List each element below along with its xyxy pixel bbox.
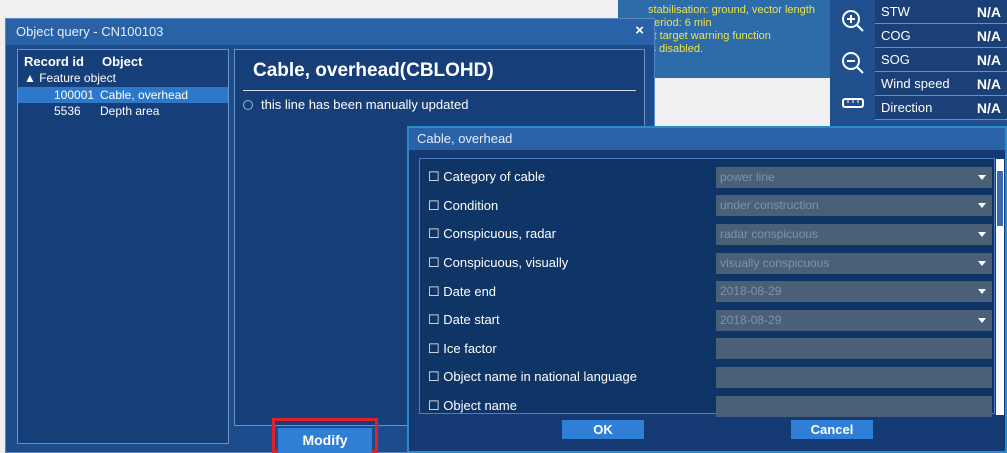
modify-button[interactable]: Modify (278, 428, 372, 453)
tree-header: Record id Object (18, 50, 228, 69)
attribute-dropdown[interactable]: 2018-08-29 (716, 281, 992, 303)
attribute-checkbox-label[interactable]: ☐ Date end (420, 284, 716, 300)
notice-line: stabilisation: ground, vector length (648, 4, 815, 16)
attribute-row: ☐ Conspicuous, radar radar conspicuous (420, 220, 994, 249)
scale-button[interactable] (830, 84, 875, 122)
tree-row[interactable]: 100001 Cable, overhead (18, 87, 228, 103)
nav-row-direction: Direction N/A (875, 96, 1007, 120)
nav-label: SOG (881, 52, 910, 67)
radio-icon[interactable] (243, 99, 253, 110)
nav-value: N/A (976, 75, 1001, 92)
nav-value: N/A (976, 99, 1001, 116)
attribute-checkbox-label[interactable]: ☐ Object name in national language (420, 369, 716, 385)
notice-line: is disabled. (648, 43, 704, 55)
manual-update-option[interactable]: this line has been manually updated (235, 91, 644, 112)
attribute-checkbox-label[interactable]: ☐ Date start (420, 312, 716, 328)
detail-title: Cable, overhead(CBLOHD) (243, 50, 636, 91)
nav-row-wind-speed: Wind speed N/A (875, 72, 1007, 96)
nav-label: COG (881, 28, 911, 43)
nav-data-table: STW N/A COG N/A SOG N/A Wind speed N/A Direc… (875, 0, 1007, 120)
ruler-icon (841, 98, 864, 108)
nav-value: N/A (976, 51, 1001, 68)
detail-note-text: this line has been manually updated (261, 97, 469, 112)
attribute-row: ☐ Conspicuous, visually visually conspicu… (420, 249, 994, 278)
zoom-out-icon (841, 52, 864, 74)
attribute-dropdown[interactable]: 2018-08-29 (716, 309, 992, 331)
cable-dialog-title[interactable]: Cable, overhead (409, 128, 1005, 150)
dialog-footer: OK Cancel (409, 420, 1005, 450)
tree-row[interactable]: 5536 Depth area (18, 103, 228, 119)
nav-row-cog: COG N/A (875, 24, 1007, 48)
nav-row-stw: STW N/A (875, 0, 1007, 24)
zoom-out-button[interactable] (830, 44, 875, 82)
attribute-list: ☐ Category of cable power line ☐ Conditio… (419, 158, 1004, 417)
attribute-checkbox-label[interactable]: ☐ Conspicuous, visually (420, 255, 716, 271)
attribute-dropdown[interactable]: under construction (716, 195, 992, 217)
column-record-id[interactable]: Record id (24, 54, 102, 69)
row-object: Cable, overhead (100, 88, 189, 102)
attribute-row: ☐ Date end 2018-08-29 (420, 277, 994, 306)
attribute-row: ☐ Date start 2018-08-29 (420, 306, 994, 335)
zoom-in-icon (841, 10, 864, 32)
nav-label: STW (881, 4, 910, 19)
nav-value: N/A (976, 3, 1001, 20)
column-object[interactable]: Object (102, 54, 142, 69)
attribute-checkbox-label[interactable]: ☐ Conspicuous, radar (420, 226, 716, 242)
row-object: Depth area (100, 104, 160, 118)
notice-line: period: 6 min (648, 17, 712, 29)
attribute-row: ☐ Category of cable power line (420, 163, 994, 192)
close-icon[interactable]: × (635, 22, 644, 40)
attribute-checkbox-label[interactable]: ☐ Ice factor (420, 341, 716, 357)
nav-row-sog: SOG N/A (875, 48, 1007, 72)
tree-group-feature-object[interactable]: ▲ Feature object (18, 69, 228, 87)
row-id: 5536 (54, 104, 81, 118)
notice-line: st target warning function (648, 30, 771, 42)
attribute-row: ☐ Ice factor (420, 335, 994, 364)
attribute-input[interactable] (716, 338, 992, 360)
object-query-titlebar[interactable]: Object query - CN100103 × (6, 19, 654, 45)
nav-value: N/A (976, 27, 1001, 44)
row-id: 100001 (54, 88, 95, 102)
attribute-checkbox-label[interactable]: ☐ Category of cable (420, 169, 716, 185)
attribute-input[interactable] (716, 395, 992, 417)
scroll-thumb[interactable] (997, 171, 1003, 226)
attribute-dropdown[interactable]: power line (716, 166, 992, 188)
nav-label: Wind speed (881, 76, 950, 91)
attribute-row: ☐ Condition under construction (420, 192, 994, 221)
zoom-in-button[interactable] (830, 2, 875, 40)
attribute-row: ☐ Object name in national language (420, 363, 994, 392)
cancel-button[interactable]: Cancel (791, 420, 873, 439)
attribute-input[interactable] (716, 366, 992, 388)
attribute-scrollbar[interactable] (996, 159, 1004, 415)
object-query-title: Object query - CN100103 (16, 24, 164, 39)
ok-button[interactable]: OK (562, 420, 644, 439)
nav-label: Direction (881, 100, 933, 115)
attribute-dropdown[interactable]: visually conspicuous (716, 252, 992, 274)
record-tree: Record id Object ▲ Feature object 100001… (17, 49, 229, 444)
cable-overhead-dialog: Cable, overhead ☐ Category of cable power… (407, 126, 1007, 453)
attribute-checkbox-label[interactable]: ☐ Condition (420, 198, 716, 214)
attribute-dropdown[interactable]: radar conspicuous (716, 223, 992, 245)
attribute-row: ☐ Object name (420, 392, 994, 421)
attribute-checkbox-label[interactable]: ☐ Object name (420, 398, 716, 414)
